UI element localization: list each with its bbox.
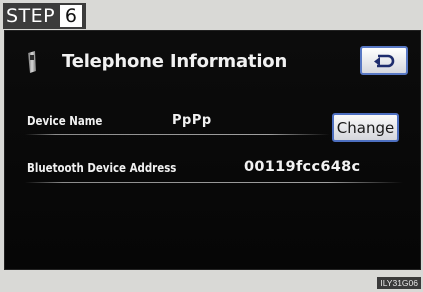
telephone-information-screen: Telephone Information Device Name PpPp C… xyxy=(4,30,421,270)
change-button[interactable]: Change xyxy=(332,113,399,142)
phone-icon xyxy=(28,51,36,73)
bluetooth-address-label: Bluetooth Device Address xyxy=(27,160,177,175)
bluetooth-address-value: 00119fcc648c xyxy=(244,159,361,175)
device-name-label: Device Name xyxy=(27,113,103,128)
step-badge: STEP 6 xyxy=(3,3,87,29)
device-name-value: PpPp xyxy=(172,113,212,128)
back-button[interactable] xyxy=(360,46,408,75)
step-number: 6 xyxy=(60,5,83,27)
image-code: ILY31G06 xyxy=(377,277,421,289)
divider xyxy=(25,134,330,135)
return-arrow-icon xyxy=(374,54,395,67)
step-label: STEP xyxy=(6,5,56,27)
divider xyxy=(25,182,403,183)
page-title: Telephone Information xyxy=(62,51,288,72)
